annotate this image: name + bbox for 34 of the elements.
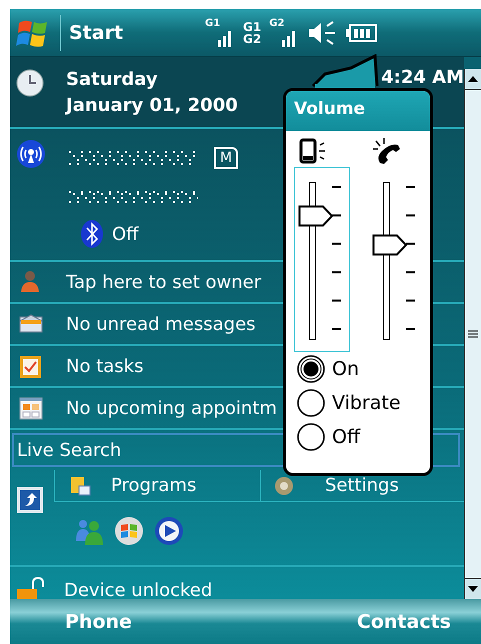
radio-option[interactable]: Vibrate: [296, 386, 430, 420]
time-label[interactable]: 4:24 AM: [381, 67, 464, 88]
radio-option[interactable]: On: [296, 352, 430, 386]
shortcut-icon[interactable]: [16, 486, 44, 514]
volume-slider[interactable]: [294, 167, 350, 352]
softkey[interactable]: Contacts: [356, 610, 451, 632]
slider-thumb[interactable]: [372, 234, 408, 256]
gear-icon: [273, 474, 295, 496]
radio-button[interactable]: [296, 388, 326, 418]
sim-indicator[interactable]: G1 G2: [243, 20, 262, 44]
calendar-icon: [18, 395, 44, 421]
date-label[interactable]: January 01, 2000: [66, 93, 238, 119]
signal-indicator[interactable]: G2: [269, 18, 300, 48]
battery-icon[interactable]: [345, 22, 378, 44]
memory-card-indicator: M: [214, 147, 238, 169]
softkey[interactable]: Phone: [65, 610, 132, 632]
windows-logo-icon[interactable]: [114, 516, 144, 546]
grip-icon: [468, 330, 478, 338]
bluetooth-status[interactable]: Off: [112, 224, 139, 244]
day-label[interactable]: Saturday: [66, 67, 238, 93]
shortcut-item[interactable]: Programs: [54, 470, 260, 502]
start-button[interactable]: Start: [69, 22, 124, 44]
speaker-icon[interactable]: [307, 20, 338, 46]
radio-button[interactable]: [296, 354, 326, 384]
popup-title: Volume: [286, 91, 430, 131]
wireless-icon[interactable]: [16, 139, 46, 169]
signal-indicator[interactable]: G1: [205, 18, 236, 48]
bluetooth-icon: [80, 219, 104, 249]
play-icon[interactable]: [154, 516, 184, 546]
slider-thumb[interactable]: [298, 205, 334, 228]
clock-icon: [16, 69, 44, 97]
radio-button[interactable]: [296, 422, 326, 452]
clipboard-icon: [18, 353, 44, 379]
folder-icon: [69, 474, 91, 496]
